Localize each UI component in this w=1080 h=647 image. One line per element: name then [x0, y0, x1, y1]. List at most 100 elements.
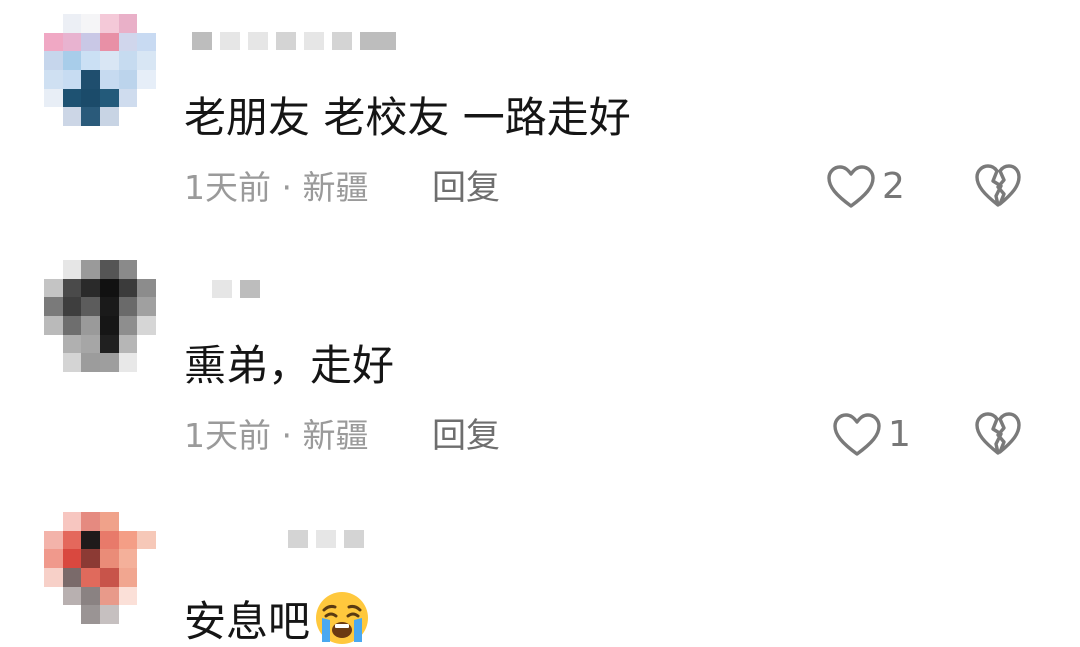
like-count: 1: [888, 414, 911, 455]
avatar-pixel: [137, 107, 156, 126]
reply-button[interactable]: 回复: [432, 168, 500, 208]
avatar-pixel: [62, 353, 82, 372]
avatar-pixel: [99, 51, 119, 70]
avatar-pixel: [99, 530, 119, 550]
avatar[interactable]: [44, 512, 156, 624]
avatar-pixel: [118, 88, 138, 108]
avatar-pixel: [44, 88, 63, 108]
avatar-pixel: [62, 107, 82, 126]
comment-item: 老朋友 老校友 一路走好 1天前 · 新疆 回复 2: [0, 0, 1080, 248]
avatar-pixel: [44, 69, 63, 89]
avatar-pixel: [137, 586, 156, 606]
avatar-pixel: [44, 530, 63, 550]
avatar-pixel: [118, 353, 138, 372]
comment-meta: 1天前 · 新疆: [184, 416, 369, 455]
like-button[interactable]: 1: [832, 412, 911, 458]
avatar-pixel: [62, 315, 82, 335]
avatar[interactable]: [44, 14, 156, 126]
avatar-pixel: [137, 549, 156, 568]
avatar-pixel: [81, 69, 100, 89]
avatar-pixel: [137, 530, 156, 550]
avatar-pixel: [99, 14, 119, 33]
avatar-pixel: [81, 32, 100, 52]
avatar-pixel: [99, 278, 119, 298]
avatar[interactable]: [44, 260, 156, 372]
avatar-pixel: [118, 51, 138, 70]
broken-heart-icon: [975, 412, 1021, 455]
avatar-pixel: [81, 549, 100, 568]
avatar-pixel: [118, 297, 138, 316]
avatar-pixel: [118, 107, 138, 126]
avatar-pixel: [81, 88, 100, 108]
avatar-pixel: [44, 605, 63, 624]
avatar-pixel: [118, 549, 138, 568]
dislike-button[interactable]: [974, 163, 1022, 213]
avatar-pixel: [44, 278, 63, 298]
avatar-pixel: [99, 88, 119, 108]
like-button[interactable]: 2: [826, 164, 905, 210]
avatar-pixel: [99, 549, 119, 568]
reply-button[interactable]: 回复: [432, 416, 500, 456]
avatar-pixel: [62, 14, 82, 33]
avatar-pixel: [137, 88, 156, 108]
avatar-pixel: [81, 260, 100, 279]
avatar-pixel: [118, 14, 138, 33]
avatar-pixel: [118, 278, 138, 298]
avatar-pixel: [81, 315, 100, 335]
like-count: 2: [882, 166, 905, 207]
avatar-pixel: [118, 567, 138, 587]
avatar-pixel: [62, 530, 82, 550]
avatar-pixel: [62, 260, 82, 279]
comment-text-content: 安息吧: [184, 597, 311, 646]
avatar-pixel: [118, 530, 138, 550]
username-blurred[interactable]: [192, 32, 396, 50]
username-blurred[interactable]: [288, 530, 364, 548]
loudly-crying-face-emoji: [316, 592, 369, 644]
avatar-pixel: [137, 353, 156, 372]
avatar-pixel: [118, 605, 138, 624]
avatar-pixel: [137, 51, 156, 70]
heart-outline-icon: [827, 165, 875, 208]
avatar-pixel: [81, 512, 100, 531]
avatar-pixel: [62, 278, 82, 298]
avatar-pixel: [118, 586, 138, 606]
avatar-pixel: [81, 334, 100, 354]
avatar-pixel: [99, 567, 119, 587]
avatar-pixel: [99, 32, 119, 52]
comment-meta: 1天前 · 新疆: [184, 168, 369, 207]
avatar-pixel: [44, 512, 63, 531]
avatar-pixel: [137, 14, 156, 33]
avatar-pixel: [62, 32, 82, 52]
avatar-pixel: [99, 334, 119, 354]
avatar-pixel: [137, 278, 156, 298]
avatar-pixel: [137, 605, 156, 624]
avatar-pixel: [62, 297, 82, 316]
avatar-pixel: [99, 107, 119, 126]
avatar-pixel: [118, 315, 138, 335]
avatar-pixel: [44, 260, 63, 279]
dislike-button[interactable]: [974, 411, 1022, 461]
avatar-pixel: [81, 567, 100, 587]
avatar-pixel: [62, 334, 82, 354]
avatar-pixel: [44, 353, 63, 372]
avatar-pixel: [99, 69, 119, 89]
avatar-pixel: [44, 549, 63, 568]
avatar-pixel: [44, 51, 63, 70]
avatar-pixel: [62, 567, 82, 587]
avatar-pixel: [99, 586, 119, 606]
comment-item: 熏弟，走好 1天前 · 新疆 回复 1: [0, 248, 1080, 496]
avatar-pixel: [118, 260, 138, 279]
avatar-pixel: [137, 512, 156, 531]
avatar-pixel: [137, 32, 156, 52]
avatar-pixel: [137, 315, 156, 335]
avatar-pixel: [137, 69, 156, 89]
avatar-pixel: [99, 315, 119, 335]
avatar-pixel: [44, 334, 63, 354]
heart-outline-icon: [833, 413, 881, 456]
avatar-pixel: [44, 586, 63, 606]
avatar-pixel: [44, 107, 63, 126]
username-blurred[interactable]: [212, 280, 260, 298]
avatar-pixel: [81, 278, 100, 298]
avatar-pixel: [62, 69, 82, 89]
avatar-pixel: [137, 567, 156, 587]
